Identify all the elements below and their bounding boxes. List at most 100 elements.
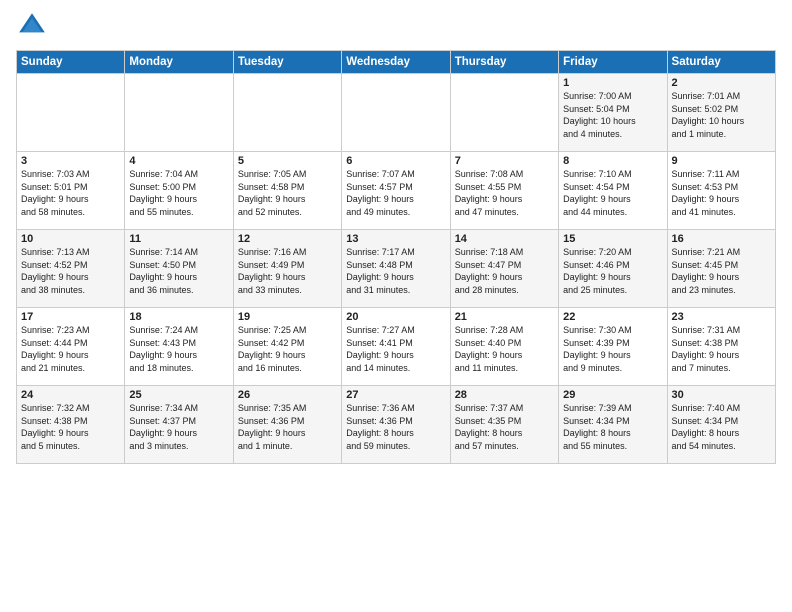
calendar-cell: 16Sunrise: 7:21 AM Sunset: 4:45 PM Dayli…: [667, 230, 775, 308]
page: SundayMondayTuesdayWednesdayThursdayFrid…: [0, 0, 792, 612]
day-number: 23: [672, 311, 771, 323]
calendar-week-row: 17Sunrise: 7:23 AM Sunset: 4:44 PM Dayli…: [17, 308, 776, 386]
day-number: 24: [21, 389, 120, 401]
day-number: 16: [672, 233, 771, 245]
day-number: 29: [563, 389, 662, 401]
weekday-header-sunday: Sunday: [17, 51, 125, 74]
calendar-cell: 29Sunrise: 7:39 AM Sunset: 4:34 PM Dayli…: [559, 386, 667, 464]
day-info: Sunrise: 7:07 AM Sunset: 4:57 PM Dayligh…: [346, 168, 445, 218]
day-number: 14: [455, 233, 554, 245]
calendar-cell: 5Sunrise: 7:05 AM Sunset: 4:58 PM Daylig…: [233, 152, 341, 230]
day-info: Sunrise: 7:40 AM Sunset: 4:34 PM Dayligh…: [672, 402, 771, 452]
calendar-cell: 30Sunrise: 7:40 AM Sunset: 4:34 PM Dayli…: [667, 386, 775, 464]
calendar-cell: 14Sunrise: 7:18 AM Sunset: 4:47 PM Dayli…: [450, 230, 558, 308]
calendar-cell: 22Sunrise: 7:30 AM Sunset: 4:39 PM Dayli…: [559, 308, 667, 386]
calendar-cell: 2Sunrise: 7:01 AM Sunset: 5:02 PM Daylig…: [667, 74, 775, 152]
day-info: Sunrise: 7:16 AM Sunset: 4:49 PM Dayligh…: [238, 246, 337, 296]
day-info: Sunrise: 7:34 AM Sunset: 4:37 PM Dayligh…: [129, 402, 228, 452]
calendar-cell: [125, 74, 233, 152]
day-info: Sunrise: 7:39 AM Sunset: 4:34 PM Dayligh…: [563, 402, 662, 452]
calendar-cell: 17Sunrise: 7:23 AM Sunset: 4:44 PM Dayli…: [17, 308, 125, 386]
day-number: 3: [21, 155, 120, 167]
day-info: Sunrise: 7:28 AM Sunset: 4:40 PM Dayligh…: [455, 324, 554, 374]
day-info: Sunrise: 7:18 AM Sunset: 4:47 PM Dayligh…: [455, 246, 554, 296]
day-info: Sunrise: 7:35 AM Sunset: 4:36 PM Dayligh…: [238, 402, 337, 452]
day-info: Sunrise: 7:30 AM Sunset: 4:39 PM Dayligh…: [563, 324, 662, 374]
day-info: Sunrise: 7:36 AM Sunset: 4:36 PM Dayligh…: [346, 402, 445, 452]
day-info: Sunrise: 7:21 AM Sunset: 4:45 PM Dayligh…: [672, 246, 771, 296]
day-info: Sunrise: 7:14 AM Sunset: 4:50 PM Dayligh…: [129, 246, 228, 296]
weekday-header-friday: Friday: [559, 51, 667, 74]
day-info: Sunrise: 7:24 AM Sunset: 4:43 PM Dayligh…: [129, 324, 228, 374]
day-number: 11: [129, 233, 228, 245]
calendar-cell: [233, 74, 341, 152]
calendar-cell: [342, 74, 450, 152]
day-info: Sunrise: 7:31 AM Sunset: 4:38 PM Dayligh…: [672, 324, 771, 374]
weekday-header-row: SundayMondayTuesdayWednesdayThursdayFrid…: [17, 51, 776, 74]
calendar-cell: 28Sunrise: 7:37 AM Sunset: 4:35 PM Dayli…: [450, 386, 558, 464]
calendar-cell: 15Sunrise: 7:20 AM Sunset: 4:46 PM Dayli…: [559, 230, 667, 308]
calendar-cell: 11Sunrise: 7:14 AM Sunset: 4:50 PM Dayli…: [125, 230, 233, 308]
calendar-cell: 24Sunrise: 7:32 AM Sunset: 4:38 PM Dayli…: [17, 386, 125, 464]
day-number: 18: [129, 311, 228, 323]
calendar-week-row: 24Sunrise: 7:32 AM Sunset: 4:38 PM Dayli…: [17, 386, 776, 464]
calendar-cell: 18Sunrise: 7:24 AM Sunset: 4:43 PM Dayli…: [125, 308, 233, 386]
day-number: 28: [455, 389, 554, 401]
calendar-week-row: 3Sunrise: 7:03 AM Sunset: 5:01 PM Daylig…: [17, 152, 776, 230]
day-number: 27: [346, 389, 445, 401]
weekday-header-monday: Monday: [125, 51, 233, 74]
calendar-cell: 7Sunrise: 7:08 AM Sunset: 4:55 PM Daylig…: [450, 152, 558, 230]
day-number: 7: [455, 155, 554, 167]
calendar-cell: 25Sunrise: 7:34 AM Sunset: 4:37 PM Dayli…: [125, 386, 233, 464]
calendar-week-row: 1Sunrise: 7:00 AM Sunset: 5:04 PM Daylig…: [17, 74, 776, 152]
day-number: 17: [21, 311, 120, 323]
calendar-cell: 4Sunrise: 7:04 AM Sunset: 5:00 PM Daylig…: [125, 152, 233, 230]
day-number: 21: [455, 311, 554, 323]
calendar-cell: 10Sunrise: 7:13 AM Sunset: 4:52 PM Dayli…: [17, 230, 125, 308]
day-number: 2: [672, 77, 771, 89]
day-info: Sunrise: 7:32 AM Sunset: 4:38 PM Dayligh…: [21, 402, 120, 452]
day-info: Sunrise: 7:17 AM Sunset: 4:48 PM Dayligh…: [346, 246, 445, 296]
calendar-cell: 6Sunrise: 7:07 AM Sunset: 4:57 PM Daylig…: [342, 152, 450, 230]
logo: [16, 10, 52, 42]
calendar-cell: 19Sunrise: 7:25 AM Sunset: 4:42 PM Dayli…: [233, 308, 341, 386]
day-info: Sunrise: 7:01 AM Sunset: 5:02 PM Dayligh…: [672, 90, 771, 140]
day-number: 25: [129, 389, 228, 401]
day-number: 19: [238, 311, 337, 323]
day-number: 4: [129, 155, 228, 167]
calendar-cell: 9Sunrise: 7:11 AM Sunset: 4:53 PM Daylig…: [667, 152, 775, 230]
day-info: Sunrise: 7:05 AM Sunset: 4:58 PM Dayligh…: [238, 168, 337, 218]
header: [16, 10, 776, 42]
day-number: 8: [563, 155, 662, 167]
weekday-header-tuesday: Tuesday: [233, 51, 341, 74]
day-info: Sunrise: 7:11 AM Sunset: 4:53 PM Dayligh…: [672, 168, 771, 218]
calendar-cell: [17, 74, 125, 152]
calendar-week-row: 10Sunrise: 7:13 AM Sunset: 4:52 PM Dayli…: [17, 230, 776, 308]
calendar-cell: 26Sunrise: 7:35 AM Sunset: 4:36 PM Dayli…: [233, 386, 341, 464]
calendar-cell: 23Sunrise: 7:31 AM Sunset: 4:38 PM Dayli…: [667, 308, 775, 386]
day-info: Sunrise: 7:04 AM Sunset: 5:00 PM Dayligh…: [129, 168, 228, 218]
day-info: Sunrise: 7:00 AM Sunset: 5:04 PM Dayligh…: [563, 90, 662, 140]
day-number: 10: [21, 233, 120, 245]
day-number: 9: [672, 155, 771, 167]
logo-icon: [16, 10, 48, 42]
weekday-header-wednesday: Wednesday: [342, 51, 450, 74]
day-info: Sunrise: 7:03 AM Sunset: 5:01 PM Dayligh…: [21, 168, 120, 218]
day-number: 12: [238, 233, 337, 245]
calendar-cell: 3Sunrise: 7:03 AM Sunset: 5:01 PM Daylig…: [17, 152, 125, 230]
weekday-header-thursday: Thursday: [450, 51, 558, 74]
day-number: 22: [563, 311, 662, 323]
calendar-cell: 20Sunrise: 7:27 AM Sunset: 4:41 PM Dayli…: [342, 308, 450, 386]
calendar-cell: [450, 74, 558, 152]
calendar-cell: 21Sunrise: 7:28 AM Sunset: 4:40 PM Dayli…: [450, 308, 558, 386]
day-info: Sunrise: 7:23 AM Sunset: 4:44 PM Dayligh…: [21, 324, 120, 374]
calendar-cell: 8Sunrise: 7:10 AM Sunset: 4:54 PM Daylig…: [559, 152, 667, 230]
day-number: 1: [563, 77, 662, 89]
calendar-cell: 13Sunrise: 7:17 AM Sunset: 4:48 PM Dayli…: [342, 230, 450, 308]
day-info: Sunrise: 7:08 AM Sunset: 4:55 PM Dayligh…: [455, 168, 554, 218]
day-number: 6: [346, 155, 445, 167]
day-number: 30: [672, 389, 771, 401]
day-info: Sunrise: 7:20 AM Sunset: 4:46 PM Dayligh…: [563, 246, 662, 296]
weekday-header-saturday: Saturday: [667, 51, 775, 74]
calendar-cell: 27Sunrise: 7:36 AM Sunset: 4:36 PM Dayli…: [342, 386, 450, 464]
